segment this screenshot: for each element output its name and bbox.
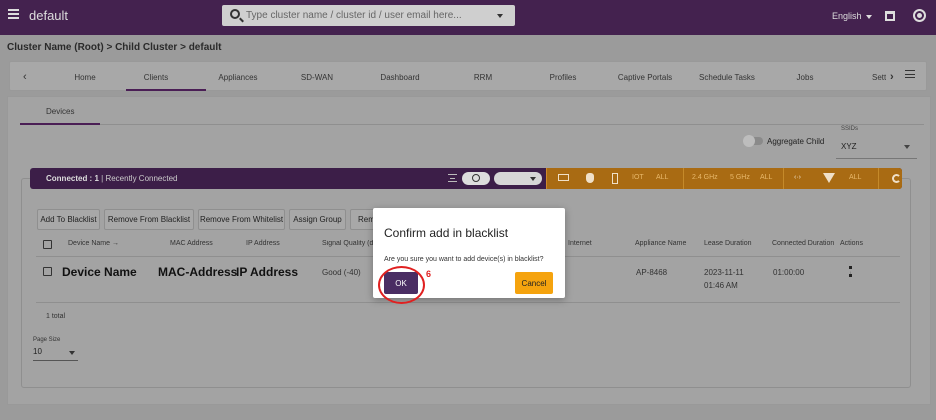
filter-all-connections[interactable]: ALL (849, 174, 861, 181)
remove-from-blacklist-button[interactable]: Remove From Blacklist (104, 209, 194, 230)
aggregate-child-toggle[interactable] (743, 135, 763, 147)
tab-jobs[interactable]: Jobs (792, 73, 818, 82)
add-to-blacklist-button[interactable]: Add To Blacklist (37, 209, 100, 230)
recently-connected[interactable]: | Recently Connected (101, 174, 177, 183)
chevron-down-icon[interactable] (904, 145, 910, 149)
search-icon (230, 9, 240, 19)
callout-circle (378, 266, 425, 304)
tab-appliances[interactable]: Appliances (214, 73, 262, 82)
connection-status-bar: Connected : 1 | Recently Connected IOT A… (30, 168, 902, 189)
cell-signal-quality: Good (-40) (322, 268, 361, 277)
search-toggle[interactable] (462, 172, 490, 185)
cell-ip-address: IP Address (236, 265, 299, 279)
tab-dashboard[interactable]: Dashboard (375, 73, 425, 82)
cancel-button[interactable]: Cancel (515, 272, 553, 294)
tab-captive-portals[interactable]: Captive Portals (615, 73, 675, 82)
cluster-search[interactable] (222, 5, 515, 26)
divider (36, 302, 900, 303)
wired-icon[interactable]: ‹·› (794, 174, 801, 181)
apple-icon[interactable] (586, 173, 594, 183)
active-tab-indicator (126, 89, 206, 91)
more-vert-icon[interactable] (849, 266, 852, 277)
wifi-icon[interactable] (823, 173, 835, 183)
tab-profiles[interactable]: Profiles (543, 73, 583, 82)
filter-icon[interactable] (448, 174, 457, 182)
cluster-search-input[interactable] (246, 7, 486, 23)
divider (20, 124, 924, 125)
column-lease-duration[interactable]: Lease Duration (704, 240, 751, 247)
filter-iot[interactable]: IOT (632, 174, 644, 181)
total-count: 1 total (46, 313, 66, 320)
filter-all-devices[interactable]: ALL (656, 174, 668, 181)
filter-all-bands[interactable]: ALL (760, 174, 772, 181)
chevron-down-icon[interactable] (866, 15, 872, 19)
dialog-title: Confirm add in blacklist (384, 226, 509, 240)
phone-icon[interactable] (612, 173, 618, 184)
remove-from-whitelist-button[interactable]: Remove From Whitelist (198, 209, 285, 230)
cell-appliance-name[interactable]: AP-8468 (636, 268, 667, 277)
column-internet[interactable]: Internet (568, 240, 592, 247)
tab-schedule-tasks[interactable]: Schedule Tasks (697, 73, 757, 82)
chevron-down-icon[interactable] (497, 14, 503, 18)
cell-lease-time: 01:46 AM (704, 281, 738, 290)
assign-group-button[interactable]: Assign Group (289, 209, 346, 230)
dialog-message: Are you sure you want to add device(s) i… (384, 256, 544, 263)
row-checkbox[interactable] (43, 267, 52, 276)
callout-number: 6 (426, 269, 432, 279)
top-bar: default English (0, 0, 936, 35)
cell-mac-address: MAC-Address (158, 265, 238, 279)
tab-rrm[interactable]: RRM (468, 73, 498, 82)
divider (836, 158, 917, 159)
language-selector[interactable]: English (832, 11, 862, 21)
cell-lease-date: 2023-11-11 (704, 268, 744, 277)
column-actions: Actions (840, 240, 863, 247)
select-all-checkbox[interactable] (43, 240, 52, 249)
chevron-left-icon[interactable]: ‹ (23, 71, 27, 83)
page-size-label: Page Size (33, 337, 61, 343)
active-subtab-indicator (20, 123, 100, 125)
app-name: default (29, 8, 69, 23)
cell-device-name: Device Name (62, 265, 137, 279)
status-text: Connected : 1 | Recently Connected (46, 174, 177, 183)
tab-clients[interactable]: Clients (135, 73, 177, 82)
column-mac-address[interactable]: MAC Address (170, 240, 213, 247)
connected-count[interactable]: Connected : 1 (46, 174, 99, 183)
page-size-select[interactable]: 10 (33, 347, 42, 356)
cell-connected-duration: 01:00:00 (773, 268, 805, 277)
filter-select[interactable] (494, 172, 542, 185)
divider (546, 168, 547, 189)
more-menu-icon[interactable] (905, 70, 915, 78)
chevron-right-icon[interactable]: › (890, 71, 894, 83)
tab-settings[interactable]: Sett (872, 73, 886, 82)
aggregate-child-label: Aggregate Child (767, 137, 825, 146)
ssid-label: SSIDs (841, 126, 859, 132)
column-appliance-name[interactable]: Appliance Name (635, 240, 686, 247)
column-signal-quality[interactable]: Signal Quality (dB (322, 240, 373, 247)
search-icon (472, 174, 480, 182)
store-icon[interactable] (885, 11, 895, 21)
chevron-down-icon (530, 177, 536, 181)
column-device-name[interactable]: Device Name → (68, 240, 119, 247)
tab-devices[interactable]: Devices (46, 107, 74, 116)
filter-band-24[interactable]: 2.4 GHz (692, 174, 718, 181)
refresh-icon[interactable] (892, 174, 901, 183)
account-icon[interactable] (913, 9, 926, 22)
device-filter-segments: IOT ALL 2.4 GHz 5 GHz ALL ‹·› ALL (546, 168, 902, 189)
ssid-select[interactable]: XYZ (841, 142, 857, 151)
column-connected-duration[interactable]: Connected Duration (772, 240, 834, 247)
laptop-icon[interactable] (558, 174, 569, 181)
chevron-down-icon[interactable] (69, 351, 75, 355)
menu-icon[interactable] (8, 9, 19, 19)
main-tabs: ‹ Home Clients Appliances SD-WAN Dashboa… (9, 61, 927, 91)
divider (683, 168, 684, 189)
tab-home[interactable]: Home (65, 73, 105, 82)
column-ip-address[interactable]: IP Address (246, 240, 280, 247)
divider (33, 360, 78, 361)
divider (878, 168, 879, 189)
filter-band-5[interactable]: 5 GHz (730, 174, 750, 181)
divider (783, 168, 784, 189)
breadcrumb: Cluster Name (Root) > Child Cluster > de… (7, 42, 222, 53)
tab-sd-wan[interactable]: SD-WAN (293, 73, 341, 82)
